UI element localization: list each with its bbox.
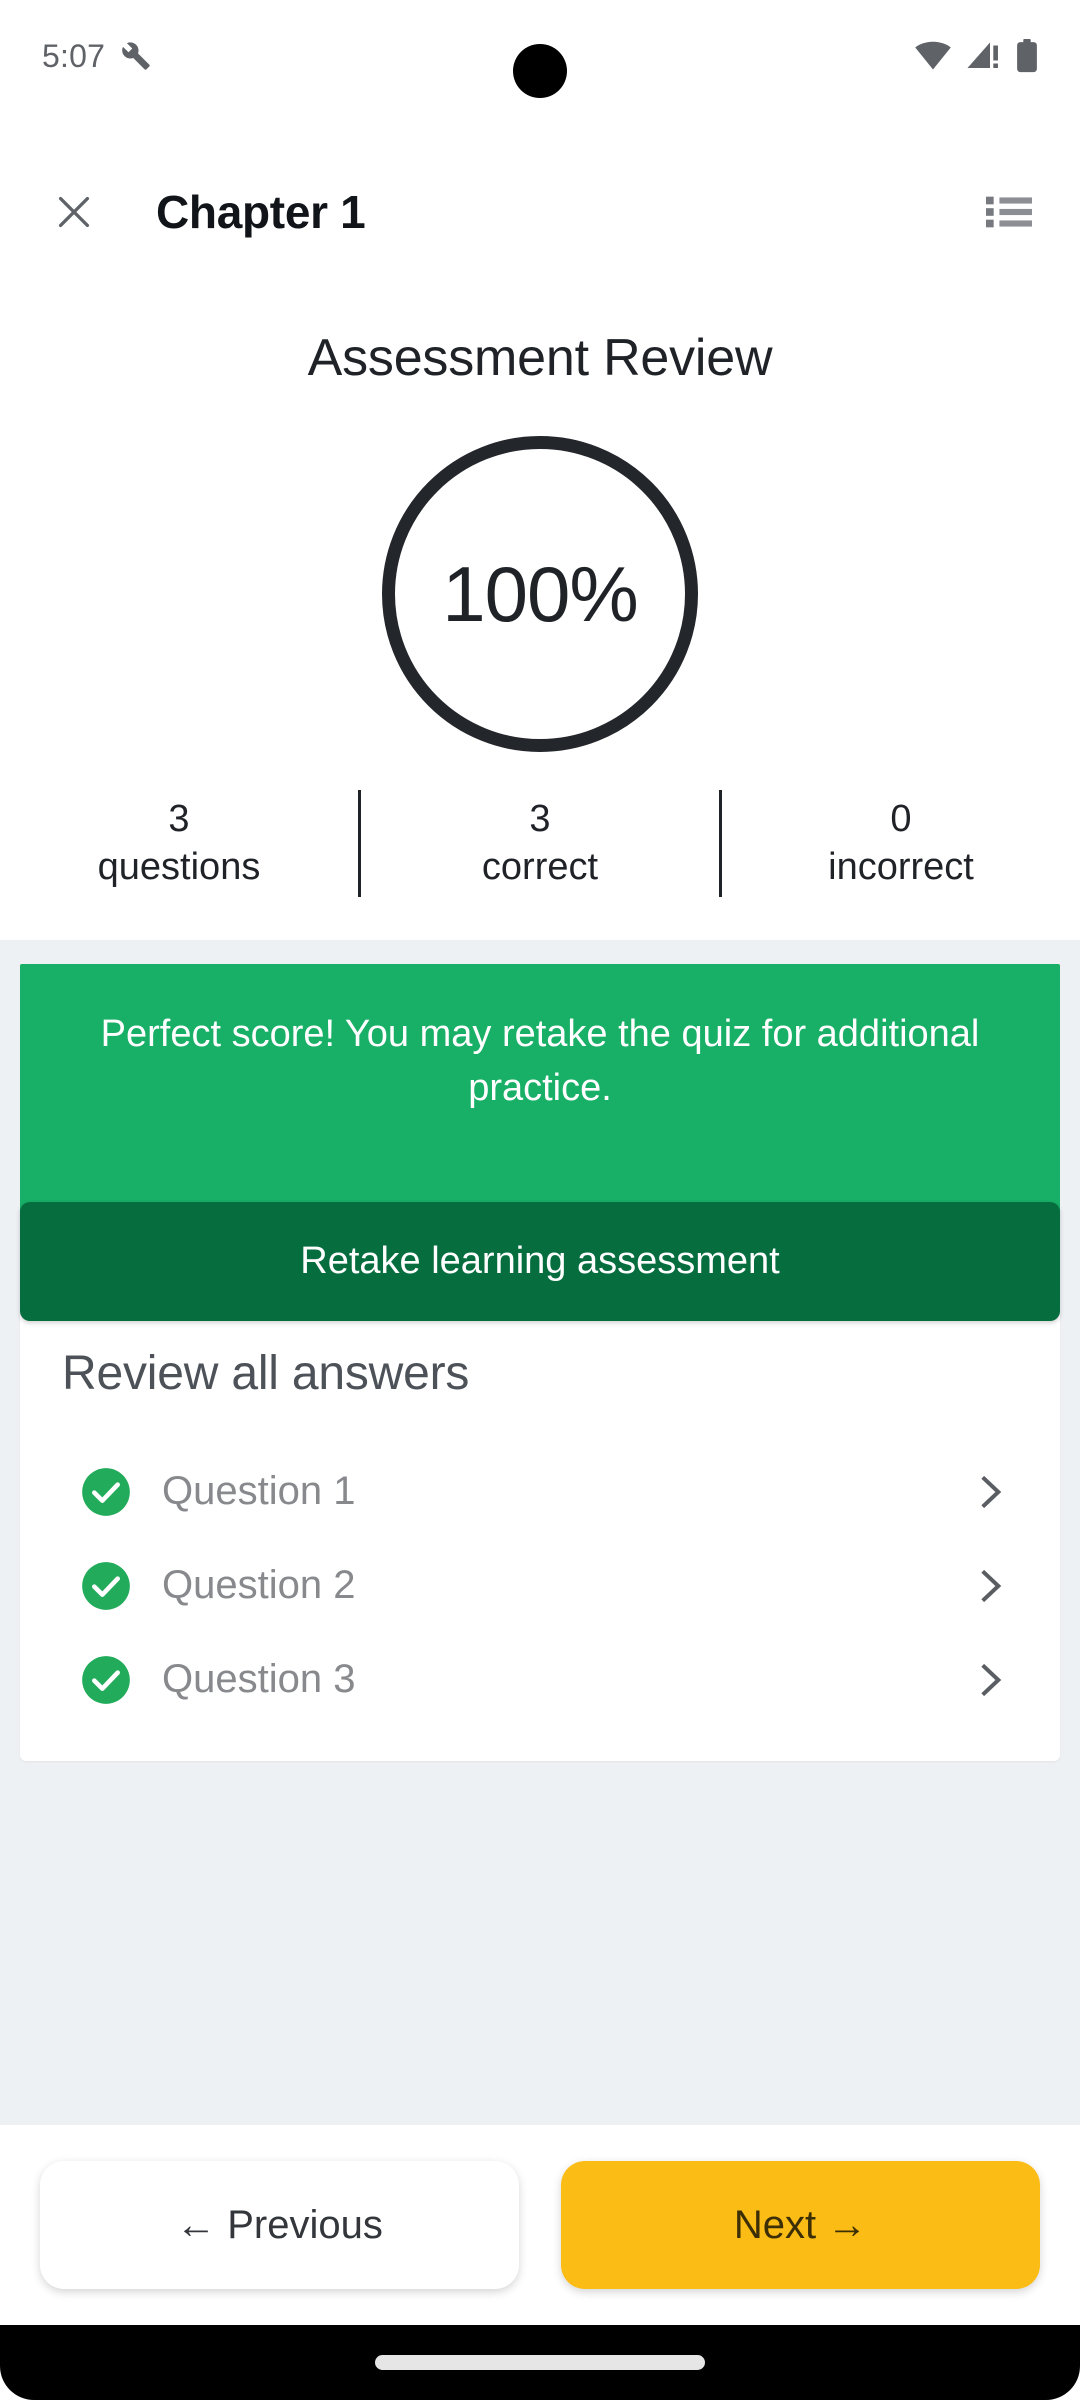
list-menu-icon <box>986 196 1032 228</box>
check-circle-icon <box>82 1562 130 1610</box>
banner-message: Perfect score! You may retake the quiz f… <box>100 1013 980 1109</box>
close-icon <box>58 196 90 228</box>
camera-punch-hole <box>513 44 567 98</box>
retake-assessment-button[interactable]: Retake learning assessment <box>20 1202 1060 1321</box>
question-row-3[interactable]: Question 3 <box>20 1633 1060 1727</box>
previous-button[interactable]: ← Previous <box>40 2161 519 2289</box>
stats-row: 3 questions 3 correct 0 incorrect <box>0 790 1080 897</box>
content-scroll-area: Perfect score! You may retake the quiz f… <box>0 940 1080 2125</box>
close-button[interactable] <box>40 178 108 246</box>
bottom-navigation-bar: ← Previous Next → <box>0 2125 1080 2325</box>
review-answers-card: Review all answers Question 1 Question 2… <box>20 1309 1060 1761</box>
status-time: 5:07 <box>42 37 106 74</box>
stat-questions: 3 questions <box>0 790 358 897</box>
stat-incorrect-value: 0 <box>890 798 912 840</box>
question-row-1[interactable]: Question 1 <box>20 1445 1060 1539</box>
score-circle: 100% <box>382 436 698 752</box>
check-circle-icon <box>82 1468 130 1516</box>
question-label: Question 3 <box>162 1657 356 1702</box>
review-card-title: Review all answers <box>62 1346 470 1400</box>
home-indicator[interactable] <box>375 2355 705 2370</box>
stat-correct-value: 3 <box>529 798 551 840</box>
score-percent: 100% <box>442 549 638 638</box>
wrench-icon <box>122 42 150 70</box>
chevron-right-icon <box>981 1663 1002 1697</box>
stat-correct-label: correct <box>481 845 599 888</box>
perfect-score-banner: Perfect score! You may retake the quiz f… <box>20 964 1060 1234</box>
check-circle-icon <box>82 1656 130 1704</box>
stat-incorrect-label: incorrect <box>828 845 974 888</box>
next-button[interactable]: Next → <box>561 2161 1040 2289</box>
list-menu-button[interactable] <box>978 181 1040 243</box>
question-label: Question 2 <box>162 1563 356 1608</box>
chevron-right-icon <box>981 1475 1002 1509</box>
stat-correct: 3 correct <box>358 790 719 897</box>
wifi-icon <box>915 41 951 70</box>
question-label: Question 1 <box>162 1469 356 1514</box>
app-bar: Chapter 1 <box>0 152 1080 272</box>
stat-questions-label: questions <box>97 845 261 888</box>
section-heading: Assessment Review <box>307 329 773 387</box>
battery-icon <box>1017 39 1037 73</box>
status-bar: 5:07 <box>0 0 1080 112</box>
question-list: Question 1 Question 2 Question 3 <box>20 1445 1060 1727</box>
perfect-score-banner-wrapper: Perfect score! You may retake the quiz f… <box>20 964 1060 1321</box>
phone-screen: 5:07 Chapter 1 Assessment Review 100% 3 … <box>0 0 1080 2400</box>
question-row-2[interactable]: Question 2 <box>20 1539 1060 1633</box>
system-gesture-bar <box>0 2325 1080 2400</box>
status-bar-left: 5:07 <box>42 38 151 75</box>
status-bar-right <box>914 39 1038 73</box>
chevron-right-icon <box>981 1569 1002 1603</box>
score-summary-section: Assessment Review 100% 3 questions 3 cor… <box>0 272 1080 940</box>
cellular-no-sim-icon <box>967 42 998 68</box>
stat-questions-value: 3 <box>168 798 190 840</box>
page-title: Chapter 1 <box>156 186 366 238</box>
stat-incorrect: 0 incorrect <box>719 790 1080 897</box>
